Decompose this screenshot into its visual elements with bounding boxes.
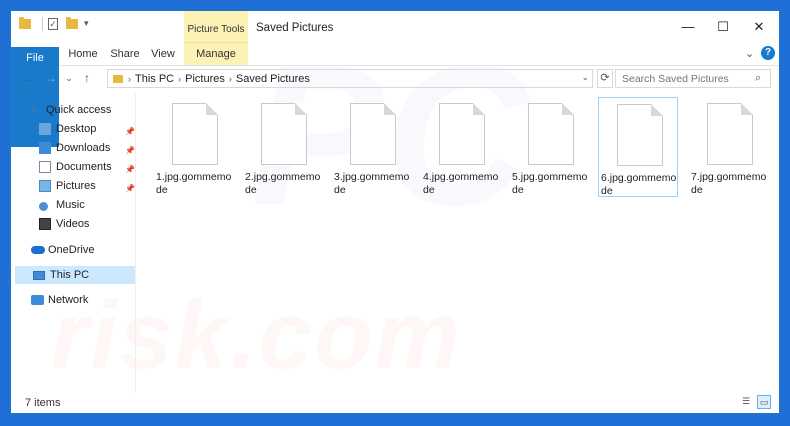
blank-file-icon — [261, 103, 307, 165]
search-icon[interactable]: ⌕ — [755, 72, 761, 85]
nav-videos[interactable]: Videos — [39, 215, 131, 233]
nav-documents[interactable]: Documents — [39, 158, 131, 176]
documents-icon — [39, 161, 51, 173]
recent-locations-icon[interactable]: ⌄ — [61, 70, 77, 86]
breadcrumb-pictures[interactable]: Pictures — [185, 73, 225, 85]
nav-quick-access[interactable]: ★ Quick access — [29, 101, 129, 119]
location-folder-icon — [113, 74, 123, 83]
breadcrumb-chevron-icon[interactable]: › — [128, 74, 131, 84]
blank-file-icon — [172, 103, 218, 165]
blank-file-icon — [350, 103, 396, 165]
nav-videos-label: Videos — [56, 218, 90, 230]
file-name: 1.jpg.gommemode — [156, 171, 232, 196]
nav-desktop[interactable]: Desktop — [39, 120, 131, 138]
file-name: 5.jpg.gommemode — [512, 171, 588, 196]
nav-quick-access-label: Quick access — [46, 104, 112, 116]
forward-arrow-icon[interactable]: → — [43, 70, 59, 86]
navigation-pane: ★ Quick access Desktop 📌 Downloads 📌 Doc… — [11, 93, 136, 393]
nav-onedrive-label: OneDrive — [48, 244, 95, 256]
picture-tools-context: Picture Tools — [184, 11, 248, 43]
star-icon: ★ — [29, 103, 40, 117]
file-item-selected[interactable]: 6.jpg.gommemode — [598, 97, 678, 197]
address-row: ← → ⌄ ↑ › This PC › Pictures › Saved Pic… — [11, 66, 779, 92]
blank-file-icon — [439, 103, 485, 165]
downloads-icon — [39, 142, 51, 154]
nav-pictures-label: Pictures — [56, 180, 96, 192]
back-arrow-icon[interactable]: ← — [21, 70, 37, 86]
blank-file-icon — [707, 103, 753, 165]
file-name: 3.jpg.gommemode — [334, 171, 410, 196]
tab-manage[interactable]: Manage — [184, 43, 248, 65]
large-icons-view-icon[interactable]: ▭ — [757, 395, 771, 409]
nav-music[interactable]: Music — [39, 196, 131, 214]
file-list: 1.jpg.gommemode 2.jpg.gommemode 3.jpg.go… — [136, 93, 779, 393]
desktop-folder-icon — [39, 123, 51, 135]
pin-icon[interactable]: 📌 — [125, 166, 135, 174]
nav-this-pc[interactable]: This PC — [15, 266, 135, 284]
blank-file-icon — [528, 103, 574, 165]
context-group-label: Picture Tools — [187, 24, 245, 35]
up-arrow-icon[interactable]: ↑ — [79, 70, 95, 86]
pin-icon[interactable]: 📌 — [125, 185, 135, 193]
breadcrumb-chevron-icon[interactable]: › — [178, 74, 181, 84]
file-name: 2.jpg.gommemode — [245, 171, 321, 196]
nav-pictures[interactable]: Pictures — [39, 177, 131, 195]
breadcrumb-saved-pictures[interactable]: Saved Pictures — [236, 73, 310, 85]
file-name: 4.jpg.gommemode — [423, 171, 499, 196]
onedrive-cloud-icon — [31, 244, 45, 256]
title-bar: ✓ ▾ Picture Tools Saved Pictures — ☐ ✕ — [11, 11, 779, 43]
pin-icon[interactable]: 📌 — [125, 147, 135, 155]
explorer-window: PC risk.com ✓ ▾ Picture Tools Saved Pict… — [10, 10, 780, 414]
refresh-button[interactable]: ⟳ — [597, 69, 613, 88]
close-button[interactable]: ✕ — [744, 17, 774, 37]
blank-file-icon — [617, 104, 663, 166]
videos-icon — [39, 218, 51, 230]
maximize-button[interactable]: ☐ — [708, 17, 738, 37]
file-item[interactable]: 4.jpg.gommemode — [421, 97, 501, 197]
customize-toolbar-icon[interactable]: ▾ — [84, 18, 98, 30]
address-bar[interactable]: › This PC › Pictures › Saved Pictures ⌄ — [107, 69, 593, 88]
status-bar: 7 items ☰ ▭ — [11, 393, 779, 413]
this-pc-icon — [33, 269, 45, 281]
folder-icon — [19, 17, 33, 30]
pictures-icon — [39, 180, 51, 192]
file-name: 7.jpg.gommemode — [691, 171, 767, 196]
nav-downloads-label: Downloads — [56, 142, 111, 154]
file-item[interactable]: 5.jpg.gommemode — [510, 97, 590, 197]
nav-network-label: Network — [48, 294, 89, 306]
new-folder-icon[interactable] — [66, 17, 80, 30]
nav-this-pc-label: This PC — [50, 269, 90, 281]
minimize-button[interactable]: — — [673, 17, 703, 37]
tab-view[interactable]: View — [145, 43, 181, 65]
breadcrumb-chevron-icon[interactable]: › — [229, 74, 232, 84]
tab-home[interactable]: Home — [63, 43, 103, 65]
help-icon[interactable]: ? — [761, 46, 775, 60]
address-dropdown-icon[interactable]: ⌄ — [581, 72, 589, 83]
nav-onedrive[interactable]: OneDrive — [31, 241, 131, 259]
network-icon — [31, 294, 44, 306]
nav-downloads[interactable]: Downloads — [39, 139, 131, 157]
item-count: 7 items — [25, 397, 61, 409]
nav-network[interactable]: Network — [31, 291, 131, 309]
file-item[interactable]: 7.jpg.gommemode — [689, 97, 769, 197]
nav-desktop-label: Desktop — [56, 123, 97, 135]
search-input[interactable] — [615, 69, 771, 88]
ribbon-tabs: File Home Share View Manage ⌄ ? — [11, 43, 779, 147]
music-icon — [39, 199, 51, 211]
breadcrumb-this-pc[interactable]: This PC — [135, 73, 174, 85]
nav-documents-label: Documents — [56, 161, 112, 173]
file-item[interactable]: 3.jpg.gommemode — [332, 97, 412, 197]
file-item[interactable]: 1.jpg.gommemode — [154, 97, 234, 197]
details-view-icon[interactable]: ☰ — [739, 395, 753, 409]
window-title: Saved Pictures — [256, 22, 334, 34]
expand-ribbon-icon[interactable]: ⌄ — [745, 47, 754, 60]
nav-music-label: Music — [56, 199, 85, 211]
tab-share[interactable]: Share — [105, 43, 145, 65]
quick-access-toolbar: ✓ ▾ — [19, 17, 102, 31]
pin-icon[interactable]: 📌 — [125, 128, 135, 136]
file-name: 6.jpg.gommemode — [601, 172, 677, 197]
file-item[interactable]: 2.jpg.gommemode — [243, 97, 323, 197]
toolbar-divider — [42, 17, 43, 31]
properties-icon[interactable]: ✓ — [48, 18, 62, 30]
